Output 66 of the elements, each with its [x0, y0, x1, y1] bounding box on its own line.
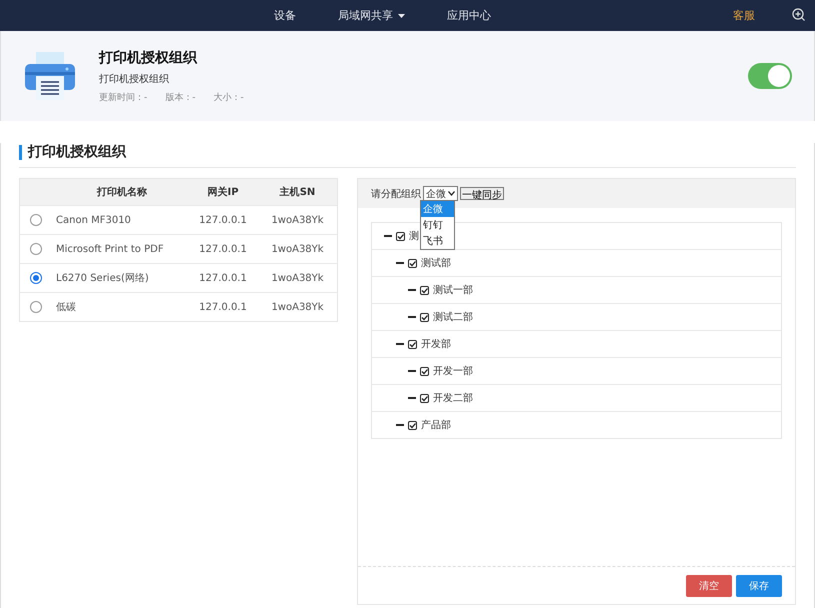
- tree-item-label[interactable]: 测试一部: [433, 283, 473, 297]
- checkbox[interactable]: [408, 340, 417, 348]
- collapse-icon[interactable]: [396, 421, 404, 429]
- tree-item-label[interactable]: 测: [409, 229, 419, 243]
- column-header: 网关IP: [206, 186, 240, 199]
- table-cell-text: 低碳: [56, 300, 77, 314]
- save-button[interactable]: 保存: [736, 574, 782, 596]
- table-cell-text: 1woA38Yk: [270, 214, 325, 226]
- table-cell-text: Canon MF3010: [56, 214, 132, 226]
- nav-item[interactable]: 设备: [274, 8, 296, 23]
- table-cell-text: Microsoft Print to PDF: [56, 244, 165, 254]
- collapse-icon[interactable]: [384, 232, 392, 240]
- service-link[interactable]: 客服: [733, 8, 755, 23]
- radio-button[interactable]: [30, 301, 42, 313]
- nav-item[interactable]: 应用中心: [447, 8, 491, 23]
- collapse-icon[interactable]: [408, 313, 416, 321]
- radio-button[interactable]: [30, 243, 42, 255]
- tree-item-label[interactable]: 开发二部: [433, 391, 473, 405]
- app-subtitle: 打印机授权组织: [99, 72, 170, 86]
- sync-button[interactable]: 一键同步: [460, 187, 504, 200]
- meta-text: 更新时间：-: [99, 92, 148, 104]
- collapse-icon[interactable]: [396, 259, 404, 267]
- table-cell-text: 1woA38Yk: [270, 272, 325, 284]
- table-cell-text: 1woA38Yk: [270, 302, 325, 312]
- meta-text: 版本：-: [165, 92, 196, 104]
- collapse-icon[interactable]: [408, 367, 416, 375]
- org-label: 请分配组织: [371, 188, 421, 200]
- column-header: 主机SN: [278, 185, 316, 199]
- dropdown-option[interactable]: 飞书: [421, 233, 454, 249]
- nav-item[interactable]: 局域网共享: [338, 8, 405, 23]
- collapse-icon[interactable]: [396, 340, 404, 348]
- column-header: 打印机名称: [96, 186, 148, 199]
- chevron-down-icon: [448, 191, 455, 196]
- table-cell-text: 127.0.0.1: [198, 214, 248, 226]
- tree-item-label[interactable]: 测试二部: [433, 310, 473, 324]
- table-cell-text: 1woA38Yk: [270, 244, 325, 254]
- dropdown-option[interactable]: 企微: [421, 201, 454, 217]
- checkbox[interactable]: [408, 258, 417, 268]
- printer-icon: [23, 50, 77, 102]
- checkbox[interactable]: [408, 420, 417, 430]
- radio-button[interactable]: [30, 214, 42, 226]
- app-title: 打印机授权组织: [99, 48, 198, 66]
- table-cell-text: 127.0.0.1: [198, 244, 248, 254]
- tree-item-label[interactable]: 开发一部: [433, 364, 473, 378]
- table-cell-text: L6270 Series(网络): [56, 272, 150, 285]
- checkbox[interactable]: [420, 286, 429, 294]
- collapse-icon[interactable]: [408, 394, 416, 402]
- table-cell-text: 127.0.0.1: [198, 302, 248, 312]
- org-select[interactable]: 企微: [423, 186, 458, 201]
- table-cell-text: 127.0.0.1: [198, 272, 248, 284]
- meta-text: 大小：-: [214, 92, 244, 104]
- zoom-in-icon[interactable]: [792, 8, 805, 21]
- section-title: 打印机授权组织: [28, 143, 126, 161]
- tree-item-label[interactable]: 开发部: [421, 337, 451, 351]
- toggle-switch[interactable]: [748, 63, 792, 89]
- caret-icon: [398, 14, 405, 18]
- radio-button[interactable]: [30, 272, 42, 284]
- collapse-icon[interactable]: [408, 286, 416, 294]
- tree-item-label[interactable]: 测试部: [421, 256, 451, 270]
- checkbox[interactable]: [420, 366, 429, 376]
- checkbox[interactable]: [396, 232, 405, 240]
- checkbox[interactable]: [420, 312, 429, 322]
- tree-item-label[interactable]: 产品部: [421, 418, 451, 432]
- clear-button[interactable]: 清空: [686, 574, 732, 596]
- checkbox[interactable]: [420, 394, 429, 402]
- dropdown-option[interactable]: 钉钉: [421, 217, 454, 233]
